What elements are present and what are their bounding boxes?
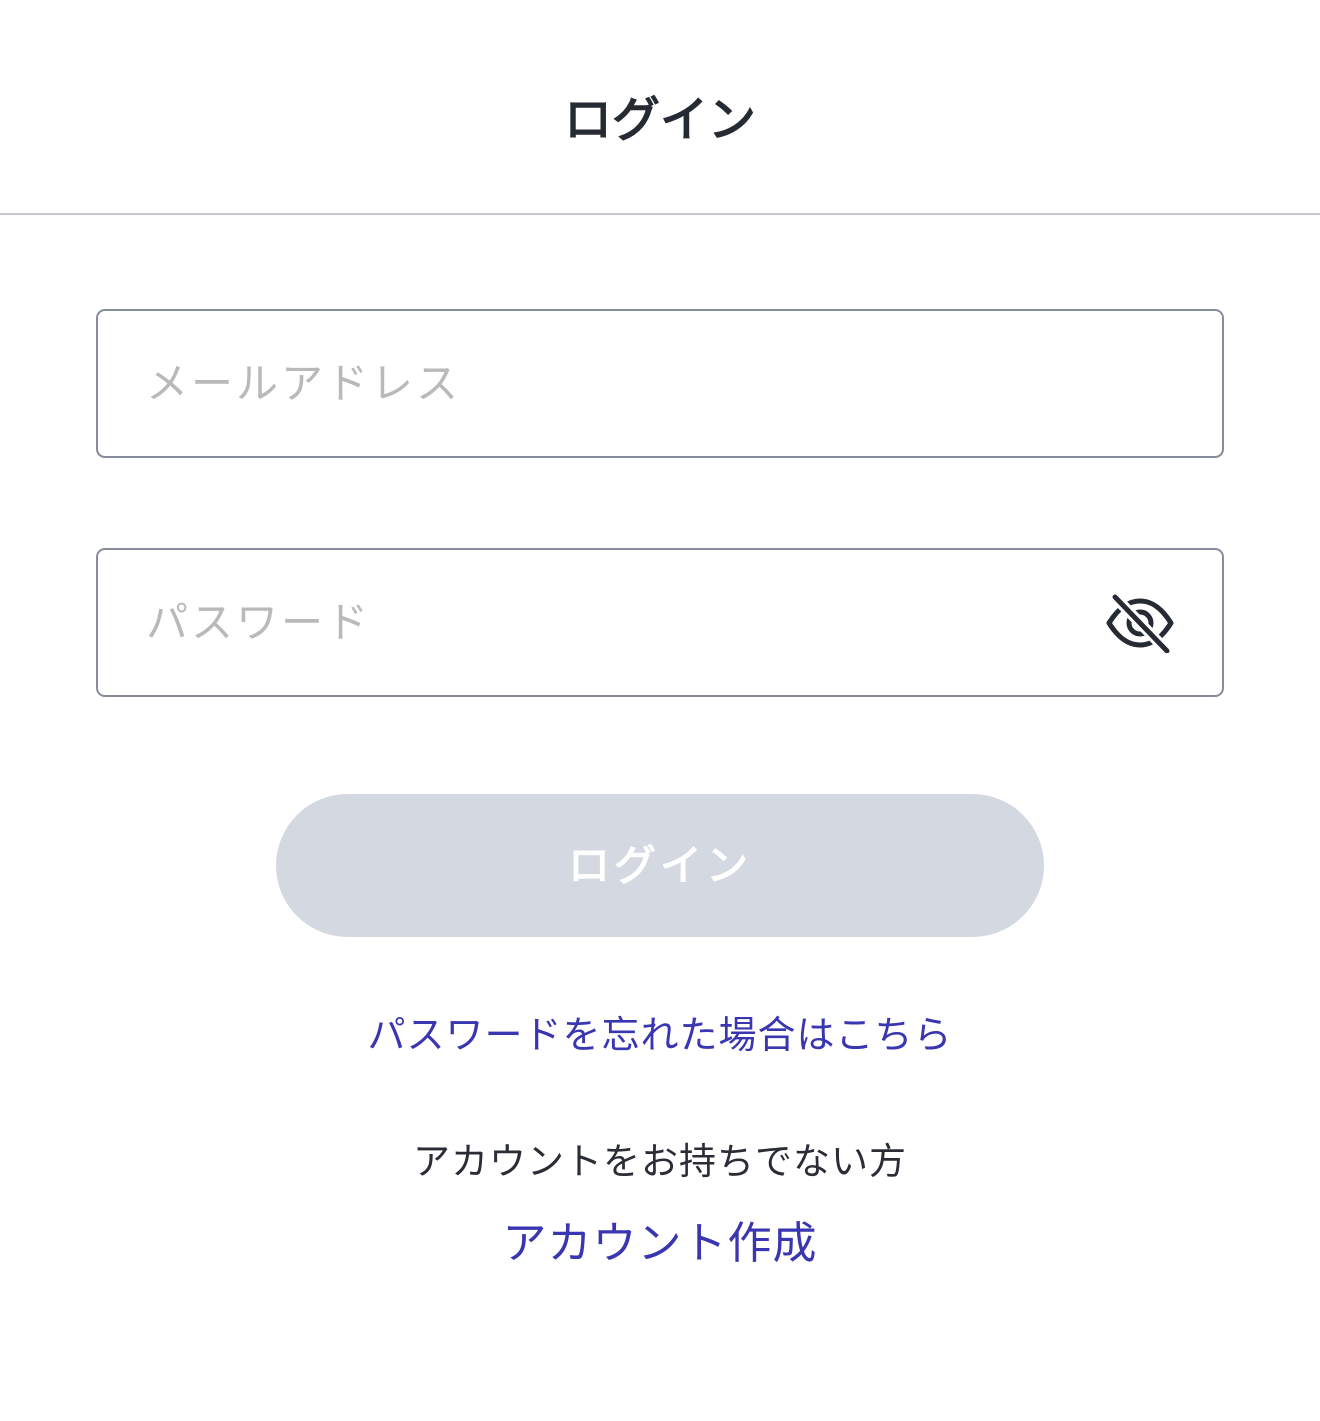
eye-off-icon xyxy=(1106,593,1174,653)
forgot-password-link[interactable]: パスワードを忘れた場合はこちら xyxy=(0,1008,1320,1062)
password-visibility-toggle[interactable] xyxy=(1102,590,1178,656)
password-field[interactable] xyxy=(146,550,1066,695)
login-page: ログイン ログイン パスワードを忘れた場合はこちら アカウントをお持ちでない方 … xyxy=(0,0,1320,1421)
page-title: ログイン xyxy=(563,92,756,148)
login-button[interactable]: ログイン xyxy=(276,794,1044,937)
password-field-container xyxy=(96,548,1224,697)
email-field-container xyxy=(96,309,1224,458)
create-account-link[interactable]: アカウント作成 xyxy=(0,1214,1320,1274)
email-field[interactable] xyxy=(146,311,1066,456)
no-account-text: アカウントをお持ちでない方 xyxy=(413,1140,907,1183)
page-header: ログイン xyxy=(0,0,1320,215)
